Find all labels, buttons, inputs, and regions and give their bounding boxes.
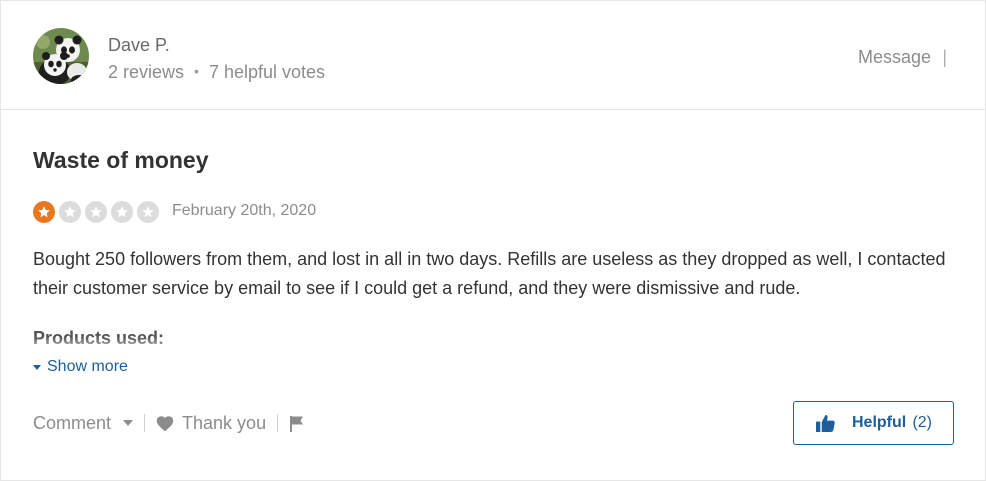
show-more-link[interactable]: Show more — [33, 358, 128, 376]
star-icon — [59, 201, 81, 223]
helpful-votes-count: 7 helpful votes — [208, 62, 326, 82]
review-card: Dave P. 2 reviews • 7 helpful votes Messag… — [0, 0, 986, 481]
action-divider — [277, 414, 279, 432]
review-title: Waste of money — [33, 147, 209, 173]
message-divider: | — [942, 47, 947, 67]
chevron-down-icon — [123, 420, 134, 426]
helpful-count: (2) — [912, 414, 932, 431]
review-count: 2 reviews — [108, 62, 185, 82]
star-icon — [33, 201, 55, 223]
thank-you-label: Thank you — [182, 412, 267, 433]
star-rating — [33, 201, 159, 223]
avatar[interactable] — [33, 28, 89, 84]
thank-you-button[interactable]: Thank you — [156, 413, 266, 434]
review-body: Bought 250 followers from them, and lost… — [33, 249, 946, 298]
comment-label: Comment — [33, 412, 112, 433]
helpful-button[interactable]: Helpful (2) — [793, 401, 954, 445]
review-date: February 20th, 2020 — [172, 202, 317, 219]
products-used-label: Products used: — [33, 328, 165, 348]
message-link[interactable]: Message — [858, 47, 931, 68]
caret-down-icon — [33, 364, 41, 370]
review-actions: Comment Thank you — [33, 409, 305, 437]
reviewer-header: Dave P. 2 reviews • 7 helpful votes Messag… — [1, 1, 985, 110]
reviewer-name[interactable]: Dave P. — [108, 35, 170, 56]
meta-separator: • — [194, 63, 199, 79]
comment-button[interactable]: Comment — [33, 412, 134, 434]
star-icon — [85, 201, 107, 223]
flag-icon — [289, 415, 305, 432]
star-icon — [137, 201, 159, 223]
helpful-label: Helpful — [852, 414, 907, 431]
action-divider — [144, 414, 146, 432]
flag-button[interactable] — [289, 415, 305, 432]
show-more-label: Show more — [47, 358, 128, 375]
star-icon — [111, 201, 133, 223]
heart-icon — [156, 415, 182, 432]
panda-avatar-image — [33, 28, 89, 84]
reviewer-stats: 2 reviews • 7 helpful votes — [108, 62, 325, 83]
thumbs-up-icon — [816, 414, 835, 432]
